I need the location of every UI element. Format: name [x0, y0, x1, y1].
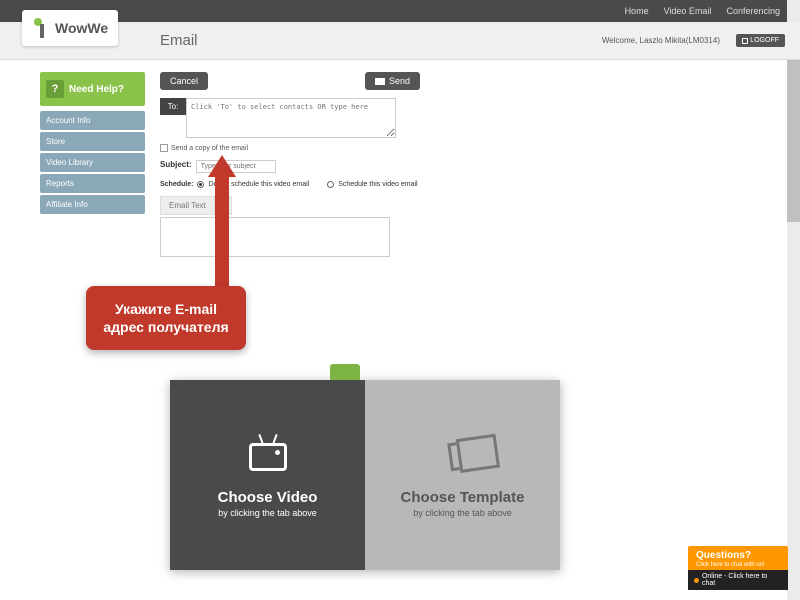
nav-conferencing[interactable]: Conferencing — [726, 6, 780, 16]
tab-email-text[interactable]: Email Text — [160, 196, 215, 215]
choose-template-title: Choose Template — [401, 489, 525, 506]
top-nav: Home Video Email Conferencing — [0, 0, 800, 22]
choose-video-title: Choose Video — [218, 489, 318, 506]
logo[interactable]: WowWe — [22, 10, 118, 46]
send-button[interactable]: Send — [365, 72, 420, 90]
envelope-icon — [375, 78, 385, 85]
schedule-label: Schedule: — [160, 181, 193, 188]
tv-icon — [246, 433, 290, 477]
panel-tab[interactable] — [330, 364, 360, 380]
online-dot-icon — [694, 578, 699, 583]
choose-template-sub: by clicking the tab above — [413, 508, 512, 518]
callout-arrow — [208, 155, 236, 290]
questions-title: Questions? — [696, 550, 780, 561]
lock-icon — [742, 38, 748, 44]
schedule-radio-no[interactable] — [197, 181, 204, 188]
online-chat-bar[interactable]: Online - Click here to chat — [688, 570, 788, 590]
sidebar-item-account[interactable]: Account Info — [40, 111, 145, 130]
schedule-radio-yes[interactable] — [327, 181, 334, 188]
schedule-opt2-label: Schedule this video email — [338, 181, 417, 188]
header: WowWe Email Welcome, Laszlo Mikita(LM031… — [0, 22, 800, 60]
logoff-button[interactable]: LOGOFF — [736, 34, 785, 47]
callout-tooltip: Укажите E-mail адрес получателя — [86, 286, 246, 350]
choose-video-sub: by clicking the tab above — [218, 508, 317, 518]
page-title: Email — [160, 32, 198, 49]
questions-widget[interactable]: Questions? Click here to chat with us! — [688, 546, 788, 572]
template-icon — [441, 433, 485, 477]
choose-video-panel[interactable]: Choose Video by clicking the tab above — [170, 380, 365, 570]
nav-video-email[interactable]: Video Email — [664, 6, 712, 16]
sidebar-item-video-library[interactable]: Video Library — [40, 153, 145, 172]
sidebar-item-reports[interactable]: Reports — [40, 174, 145, 193]
email-body-textarea[interactable] — [160, 217, 390, 257]
to-input[interactable] — [186, 98, 396, 138]
choose-panels: Choose Video by clicking the tab above C… — [170, 380, 560, 570]
nav-home[interactable]: Home — [625, 6, 649, 16]
choose-template-panel[interactable]: Choose Template by clicking the tab abov… — [365, 380, 560, 570]
questions-sub: Click here to chat with us! — [696, 562, 780, 568]
subject-label: Subject: — [160, 160, 192, 169]
to-label[interactable]: To: — [160, 98, 186, 115]
cancel-button[interactable]: Cancel — [160, 72, 208, 90]
sidebar: ?Need Help? Account Info Store Video Lib… — [40, 72, 145, 257]
question-icon: ? — [46, 80, 64, 98]
sidebar-item-store[interactable]: Store — [40, 132, 145, 151]
need-help-button[interactable]: ?Need Help? — [40, 72, 145, 106]
send-copy-checkbox[interactable]: Send a copy of the email — [160, 144, 580, 152]
welcome-text: Welcome, Laszlo Mikita(LM0314) — [602, 36, 720, 45]
sidebar-item-affiliate[interactable]: Affiliate Info — [40, 195, 145, 214]
scrollbar[interactable] — [787, 0, 800, 600]
